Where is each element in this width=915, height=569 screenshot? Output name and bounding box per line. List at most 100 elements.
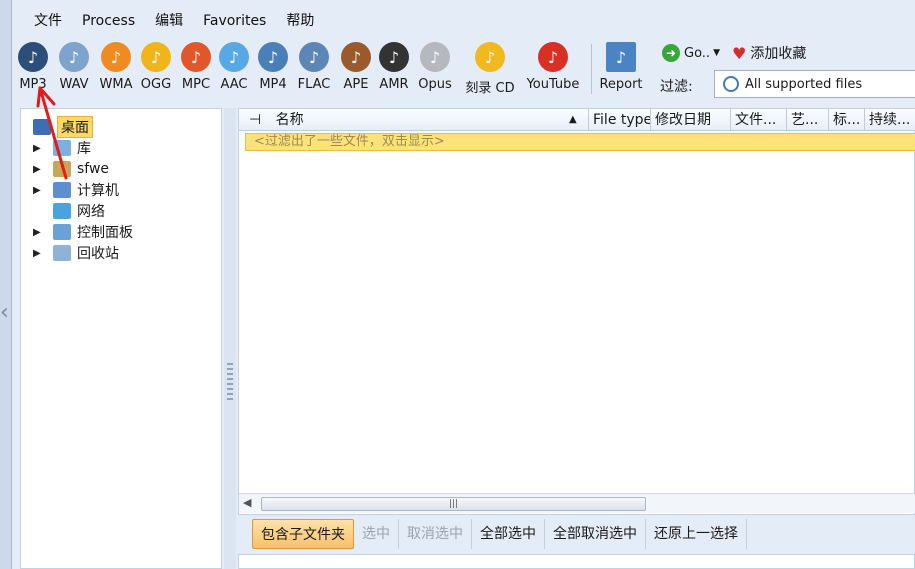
- go-label: Go..: [684, 45, 711, 61]
- selection-button-0[interactable]: 包含子文件夹: [252, 519, 354, 549]
- toolbar-button-label: AMR: [379, 77, 409, 92]
- selection-bar: 包含子文件夹 选中 取消选中 全部选中 全部取消选中 还原上一选择: [238, 516, 915, 552]
- tree-item-label: sfwe: [77, 161, 110, 177]
- toolbar-button-wma[interactable]: ♪ WMA: [98, 38, 134, 100]
- tree-item-label: 网络: [77, 204, 105, 220]
- heart-icon: ♥: [732, 43, 747, 63]
- pin-icon: ⊣: [249, 112, 262, 128]
- computer-icon: [53, 182, 71, 198]
- toolbar-button-mpc[interactable]: ♪ MPC: [179, 38, 213, 100]
- column-file-size[interactable]: 文件...: [731, 109, 787, 131]
- filtered-files-notice[interactable]: <过滤出了一些文件，双击显示>: [245, 133, 915, 151]
- wma-icon: ♪: [101, 42, 131, 72]
- toolbar-button-label: MPC: [181, 77, 211, 92]
- column-duration[interactable]: 持续...: [865, 109, 915, 131]
- report-icon: ♪: [606, 42, 636, 72]
- control-panel-icon: [53, 224, 71, 240]
- toolbar-button-mp4[interactable]: ♪ MP4: [256, 38, 290, 100]
- menu-bar: 文件 Process 编辑 Favorites 帮助: [12, 8, 915, 34]
- column-modified-date[interactable]: 修改日期: [651, 109, 731, 131]
- expand-arrow-icon[interactable]: ▶: [33, 185, 45, 196]
- toolbar-button-label: Report: [599, 77, 643, 92]
- menu-file[interactable]: 文件: [24, 8, 72, 34]
- pane-splitter[interactable]: [224, 108, 236, 569]
- toolbar-separator: [591, 44, 592, 94]
- column-file-type[interactable]: File type: [589, 109, 651, 131]
- go-arrow-icon: ➜: [662, 44, 680, 62]
- amr-icon: ♪: [379, 42, 409, 72]
- toolbar-button-opus[interactable]: ♪ Opus: [417, 38, 453, 100]
- toolbar-button-amr[interactable]: ♪ AMR: [378, 38, 410, 100]
- app-window: 文件 Process 编辑 Favorites 帮助 ♪ MP3 ♪ WAV ♪ WMA ♪…: [12, 0, 915, 569]
- filter-select[interactable]: All supported files: [714, 70, 915, 98]
- selection-button-2[interactable]: 取消选中: [399, 519, 472, 549]
- scroll-thumb[interactable]: |||: [261, 497, 646, 511]
- toolbar-button-label: YouTube: [526, 77, 580, 92]
- toolbar-button-label: MP3: [19, 77, 47, 92]
- mp4-icon: ♪: [258, 42, 288, 72]
- filter-label: 过滤:: [660, 79, 693, 95]
- expand-arrow-icon[interactable]: ▶: [33, 143, 45, 154]
- toolbar-button-ogg[interactable]: ♪ OGG: [138, 38, 174, 100]
- tree-item-control-panel[interactable]: ▶ 控制面板: [33, 222, 133, 242]
- mpc-icon: ♪: [181, 42, 211, 72]
- expand-arrow-icon[interactable]: ▶: [33, 248, 45, 259]
- splitter-grip: [227, 363, 233, 403]
- toolbar-button-label: 刻录 CD: [465, 81, 515, 96]
- toolbar-button-aac[interactable]: ♪ AAC: [217, 38, 251, 100]
- go-button[interactable]: ➜ Go.. ▼: [662, 42, 720, 64]
- toolbar-button-mp3[interactable]: ♪ MP3: [15, 38, 51, 100]
- window-left-edge: ‹: [0, 0, 12, 569]
- toolbar-button-flac[interactable]: ♪ FLAC: [295, 38, 333, 100]
- toolbar-button-youtube[interactable]: ♪ YouTube: [524, 38, 582, 100]
- dropdown-arrow-icon: ▼: [713, 48, 720, 58]
- network-icon: [53, 203, 71, 219]
- expand-arrow-icon[interactable]: ▶: [33, 164, 45, 175]
- desktop-icon: [33, 119, 51, 135]
- selection-button-3[interactable]: 全部选中: [472, 519, 545, 549]
- tree-item-label: 回收站: [77, 246, 119, 262]
- selection-button-1[interactable]: 选中: [354, 519, 399, 549]
- column-title[interactable]: 标...: [829, 109, 865, 131]
- scroll-left-icon[interactable]: ◀: [243, 496, 251, 509]
- recycle-bin-icon: [53, 245, 71, 261]
- tree-item-computer[interactable]: ▶ 计算机: [33, 180, 119, 200]
- menu-help[interactable]: 帮助: [276, 8, 324, 34]
- menu-favorites[interactable]: Favorites: [193, 8, 276, 34]
- menu-edit[interactable]: 编辑: [145, 8, 193, 34]
- column-name[interactable]: ⊣ 名称 ▲: [239, 109, 589, 131]
- filter-value: All supported files: [745, 76, 863, 92]
- ape-icon: ♪: [341, 42, 371, 72]
- tree-item-user-folder[interactable]: ▶ sfwe: [33, 159, 109, 179]
- selection-button-4[interactable]: 全部取消选中: [545, 519, 646, 549]
- tree-item-library[interactable]: ▶ 库: [33, 138, 91, 158]
- toolbar-button-label: APE: [343, 77, 369, 92]
- toolbar-button-report[interactable]: ♪ Report: [597, 38, 645, 100]
- tree-item-network[interactable]: 网络: [33, 201, 105, 221]
- column-name-label: 名称: [275, 112, 304, 128]
- toolbar-button-label: MP4: [259, 77, 287, 92]
- selection-button-5[interactable]: 还原上一选择: [646, 519, 747, 549]
- toolbar-button-burn-cd[interactable]: ♪ 刻录 CD: [462, 38, 518, 100]
- chevron-left-icon: ‹: [0, 300, 9, 325]
- column-artist[interactable]: 艺...: [787, 109, 829, 131]
- file-list: ⊣ 名称 ▲ File type 修改日期 文件... 艺... 标... 持续…: [238, 108, 915, 515]
- menu-process[interactable]: Process: [72, 8, 145, 34]
- add-favorite-button[interactable]: ♥ 添加收藏: [732, 42, 806, 64]
- library-icon: [53, 140, 71, 156]
- ogg-icon: ♪: [141, 42, 171, 72]
- toolbar-button-label: Opus: [418, 77, 452, 92]
- wav-icon: ♪: [59, 42, 89, 72]
- expand-arrow-icon[interactable]: ▶: [33, 227, 45, 238]
- toolbar-button-ape[interactable]: ♪ APE: [340, 38, 372, 100]
- toolbar-button-wav[interactable]: ♪ WAV: [55, 38, 93, 100]
- user-folder-icon: [53, 161, 71, 177]
- toolbar-button-label: WMA: [99, 77, 133, 92]
- horizontal-scrollbar[interactable]: ◀ |||: [239, 493, 915, 513]
- tree-item-recycle-bin[interactable]: ▶ 回收站: [33, 243, 119, 263]
- opus-icon: ♪: [420, 42, 450, 72]
- sort-up-icon: ▲: [569, 114, 577, 125]
- tree-item-desktop[interactable]: 桌面: [33, 116, 93, 138]
- toolbar-button-label: AAC: [220, 77, 248, 92]
- toolbar-button-label: FLAC: [297, 77, 331, 92]
